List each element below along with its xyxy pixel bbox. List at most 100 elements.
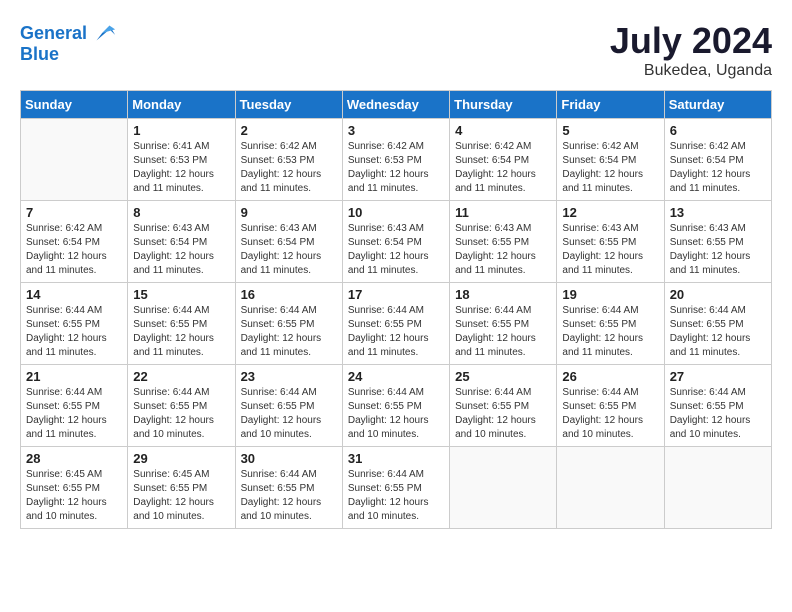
- day-number: 1: [133, 123, 229, 138]
- day-info: Sunrise: 6:43 AM Sunset: 6:54 PM Dayligh…: [348, 222, 444, 278]
- day-info: Sunrise: 6:42 AM Sunset: 6:54 PM Dayligh…: [670, 140, 766, 196]
- weekday-header-saturday: Saturday: [664, 91, 771, 119]
- day-info: Sunrise: 6:43 AM Sunset: 6:54 PM Dayligh…: [241, 222, 337, 278]
- day-number: 11: [455, 205, 551, 220]
- day-number: 19: [562, 287, 658, 302]
- day-info: Sunrise: 6:44 AM Sunset: 6:55 PM Dayligh…: [348, 304, 444, 360]
- weekday-header-sunday: Sunday: [21, 91, 128, 119]
- calendar-cell: 5 Sunrise: 6:42 AM Sunset: 6:54 PM Daylig…: [557, 119, 664, 201]
- calendar-cell: 21 Sunrise: 6:44 AM Sunset: 6:55 PM Dayli…: [21, 365, 128, 447]
- day-number: 14: [26, 287, 122, 302]
- day-number: 23: [241, 369, 337, 384]
- day-number: 17: [348, 287, 444, 302]
- day-info: Sunrise: 6:44 AM Sunset: 6:55 PM Dayligh…: [241, 304, 337, 360]
- day-info: Sunrise: 6:42 AM Sunset: 6:53 PM Dayligh…: [241, 140, 337, 196]
- calendar-cell: 11 Sunrise: 6:43 AM Sunset: 6:55 PM Dayli…: [450, 201, 557, 283]
- calendar-cell: 31Sunrise: 6:44 AM Sunset: 6:55 PM Dayli…: [342, 447, 449, 529]
- week-row-1: 1 Sunrise: 6:41 AM Sunset: 6:53 PM Daylig…: [21, 119, 772, 201]
- day-number: 7: [26, 205, 122, 220]
- calendar-cell: 27 Sunrise: 6:44 AM Sunset: 6:55 PM Dayli…: [664, 365, 771, 447]
- day-number: 9: [241, 205, 337, 220]
- day-number: 20: [670, 287, 766, 302]
- calendar-cell: 14Sunrise: 6:44 AM Sunset: 6:55 PM Dayli…: [21, 283, 128, 365]
- day-number: 25: [455, 369, 551, 384]
- day-number: 6: [670, 123, 766, 138]
- day-number: 2: [241, 123, 337, 138]
- day-info: Sunrise: 6:44 AM Sunset: 6:55 PM Dayligh…: [241, 386, 337, 442]
- week-row-3: 14 Sunrise: 6:44 AM Sunset: 6:55 PM Dayli…: [21, 283, 772, 365]
- week-row-2: 7 Sunrise: 6:42 AM Sunset: 6:54 PM Daylig…: [21, 201, 772, 283]
- calendar-cell: 12Sunrise: 6:43 AM Sunset: 6:55 PM Dayli…: [557, 201, 664, 283]
- calendar-cell: [450, 447, 557, 529]
- day-number: 18: [455, 287, 551, 302]
- day-info: Sunrise: 6:44 AM Sunset: 6:55 PM Dayligh…: [455, 304, 551, 360]
- calendar-cell: 2 Sunrise: 6:42 AM Sunset: 6:53 PM Daylig…: [235, 119, 342, 201]
- day-info: Sunrise: 6:42 AM Sunset: 6:54 PM Dayligh…: [26, 222, 122, 278]
- day-info: Sunrise: 6:42 AM Sunset: 6:54 PM Dayligh…: [562, 140, 658, 196]
- calendar-cell: 15 Sunrise: 6:44 AM Sunset: 6:55 PM Dayli…: [128, 283, 235, 365]
- day-info: Sunrise: 6:44 AM Sunset: 6:55 PM Dayligh…: [133, 386, 229, 442]
- calendar-cell: 30Sunrise: 6:44 AM Sunset: 6:55 PM Dayli…: [235, 447, 342, 529]
- calendar-cell: 3 Sunrise: 6:42 AM Sunset: 6:53 PM Daylig…: [342, 119, 449, 201]
- day-number: 15: [133, 287, 229, 302]
- day-number: 5: [562, 123, 658, 138]
- week-row-4: 21 Sunrise: 6:44 AM Sunset: 6:55 PM Dayli…: [21, 365, 772, 447]
- calendar-cell: 28Sunrise: 6:45 AM Sunset: 6:55 PM Dayli…: [21, 447, 128, 529]
- day-info: Sunrise: 6:45 AM Sunset: 6:55 PM Dayligh…: [133, 468, 229, 524]
- calendar-cell: 29 Sunrise: 6:45 AM Sunset: 6:55 PM Dayli…: [128, 447, 235, 529]
- day-info: Sunrise: 6:44 AM Sunset: 6:55 PM Dayligh…: [133, 304, 229, 360]
- weekday-header-monday: Monday: [128, 91, 235, 119]
- day-info: Sunrise: 6:44 AM Sunset: 6:55 PM Dayligh…: [26, 386, 122, 442]
- day-info: Sunrise: 6:42 AM Sunset: 6:53 PM Dayligh…: [348, 140, 444, 196]
- weekday-header-friday: Friday: [557, 91, 664, 119]
- day-info: Sunrise: 6:44 AM Sunset: 6:55 PM Dayligh…: [670, 304, 766, 360]
- weekday-header-tuesday: Tuesday: [235, 91, 342, 119]
- calendar-cell: 24 Sunrise: 6:44 AM Sunset: 6:55 PM Dayli…: [342, 365, 449, 447]
- calendar-cell: 16Sunrise: 6:44 AM Sunset: 6:55 PM Dayli…: [235, 283, 342, 365]
- day-info: Sunrise: 6:44 AM Sunset: 6:55 PM Dayligh…: [241, 468, 337, 524]
- title-block: July 2024 Bukedea, Uganda: [610, 20, 772, 80]
- day-number: 21: [26, 369, 122, 384]
- weekday-header-thursday: Thursday: [450, 91, 557, 119]
- day-info: Sunrise: 6:44 AM Sunset: 6:55 PM Dayligh…: [348, 386, 444, 442]
- calendar-cell: 25Sunrise: 6:44 AM Sunset: 6:55 PM Dayli…: [450, 365, 557, 447]
- day-number: 27: [670, 369, 766, 384]
- calendar-cell: [557, 447, 664, 529]
- calendar-cell: 1 Sunrise: 6:41 AM Sunset: 6:53 PM Daylig…: [128, 119, 235, 201]
- calendar-cell: 4 Sunrise: 6:42 AM Sunset: 6:54 PM Daylig…: [450, 119, 557, 201]
- calendar-cell: 23 Sunrise: 6:44 AM Sunset: 6:55 PM Dayli…: [235, 365, 342, 447]
- day-info: Sunrise: 6:43 AM Sunset: 6:55 PM Dayligh…: [455, 222, 551, 278]
- location: Bukedea, Uganda: [610, 62, 772, 80]
- calendar-cell: 7 Sunrise: 6:42 AM Sunset: 6:54 PM Daylig…: [21, 201, 128, 283]
- logo: General Blue: [20, 20, 117, 65]
- day-info: Sunrise: 6:44 AM Sunset: 6:55 PM Dayligh…: [562, 304, 658, 360]
- day-info: Sunrise: 6:45 AM Sunset: 6:55 PM Dayligh…: [26, 468, 122, 524]
- month-year: July 2024: [610, 20, 772, 62]
- day-info: Sunrise: 6:44 AM Sunset: 6:55 PM Dayligh…: [562, 386, 658, 442]
- day-info: Sunrise: 6:42 AM Sunset: 6:54 PM Dayligh…: [455, 140, 551, 196]
- calendar-cell: 8Sunrise: 6:43 AM Sunset: 6:54 PM Daylig…: [128, 201, 235, 283]
- day-info: Sunrise: 6:41 AM Sunset: 6:53 PM Dayligh…: [133, 140, 229, 196]
- day-number: 24: [348, 369, 444, 384]
- calendar-cell: 17 Sunrise: 6:44 AM Sunset: 6:55 PM Dayli…: [342, 283, 449, 365]
- calendar-cell: 9 Sunrise: 6:43 AM Sunset: 6:54 PM Daylig…: [235, 201, 342, 283]
- day-number: 3: [348, 123, 444, 138]
- calendar-cell: 18 Sunrise: 6:44 AM Sunset: 6:55 PM Dayli…: [450, 283, 557, 365]
- day-info: Sunrise: 6:43 AM Sunset: 6:55 PM Dayligh…: [562, 222, 658, 278]
- day-number: 4: [455, 123, 551, 138]
- day-number: 13: [670, 205, 766, 220]
- day-info: Sunrise: 6:43 AM Sunset: 6:55 PM Dayligh…: [670, 222, 766, 278]
- calendar-table: SundayMondayTuesdayWednesdayThursdayFrid…: [20, 90, 772, 529]
- day-info: Sunrise: 6:44 AM Sunset: 6:55 PM Dayligh…: [670, 386, 766, 442]
- calendar-cell: 22Sunrise: 6:44 AM Sunset: 6:55 PM Dayli…: [128, 365, 235, 447]
- calendar-cell: 19 Sunrise: 6:44 AM Sunset: 6:55 PM Dayli…: [557, 283, 664, 365]
- day-number: 10: [348, 205, 444, 220]
- calendar-cell: 26Sunrise: 6:44 AM Sunset: 6:55 PM Dayli…: [557, 365, 664, 447]
- weekday-header-row: SundayMondayTuesdayWednesdayThursdayFrid…: [21, 91, 772, 119]
- calendar-cell: 10 Sunrise: 6:43 AM Sunset: 6:54 PM Dayli…: [342, 201, 449, 283]
- logo-icon: [89, 20, 117, 48]
- day-info: Sunrise: 6:44 AM Sunset: 6:55 PM Dayligh…: [348, 468, 444, 524]
- weekday-header-wednesday: Wednesday: [342, 91, 449, 119]
- calendar-cell: [664, 447, 771, 529]
- day-number: 29: [133, 451, 229, 466]
